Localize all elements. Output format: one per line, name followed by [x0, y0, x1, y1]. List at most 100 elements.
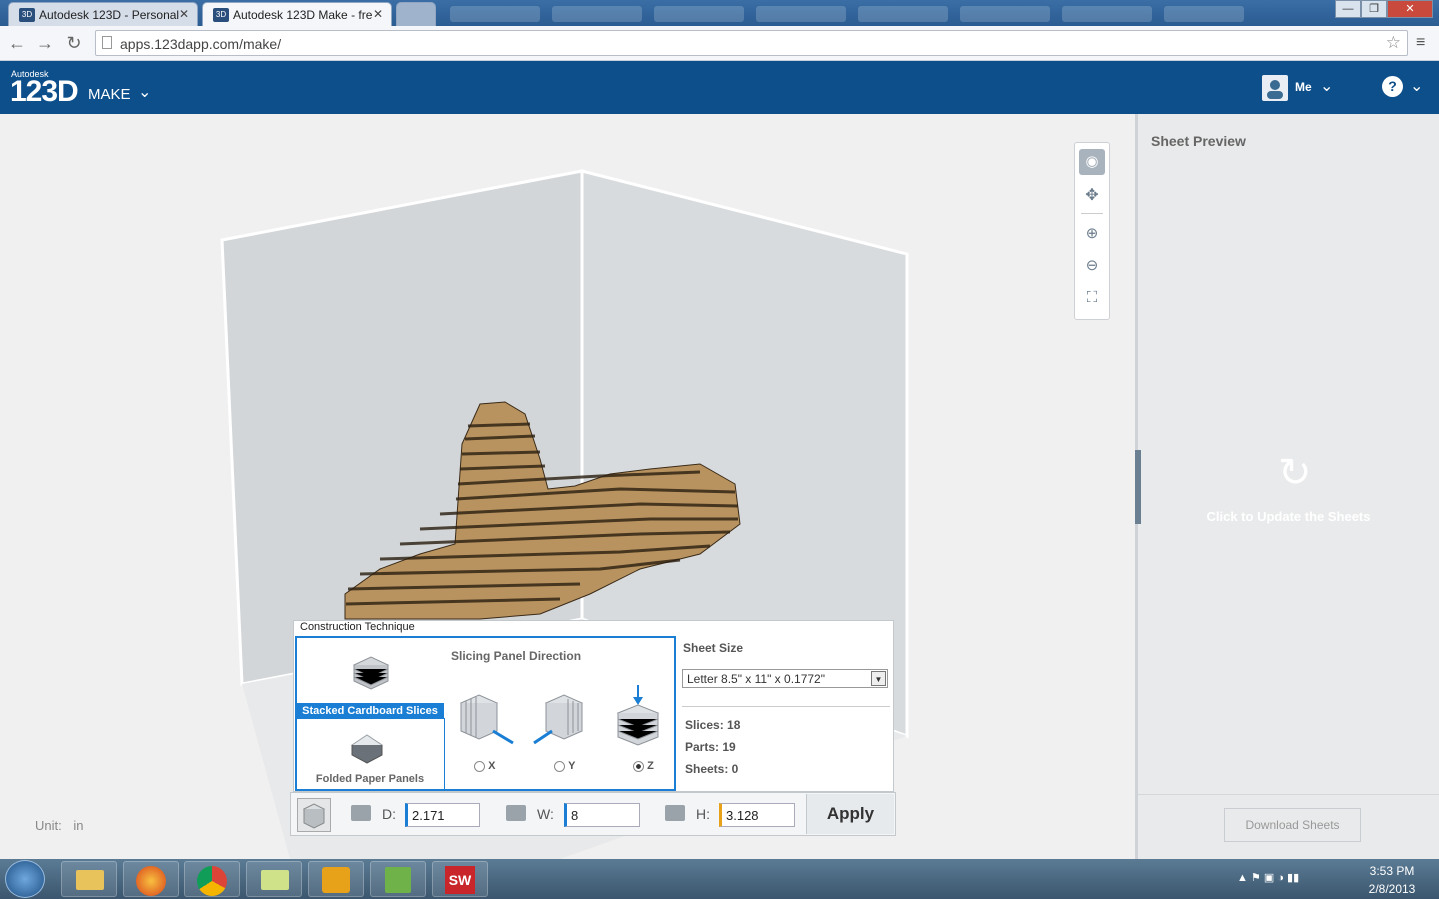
- bookmark-star-icon[interactable]: ☆: [1386, 33, 1401, 53]
- explorer-taskbar-icon[interactable]: [61, 861, 117, 897]
- radio-y[interactable]: Y: [554, 760, 575, 772]
- background-window-tab: [450, 6, 540, 22]
- radio-z[interactable]: Z: [633, 760, 654, 772]
- minimize-window-icon[interactable]: —: [1335, 0, 1361, 18]
- radio-z-label: Z: [647, 760, 654, 772]
- user-menu-chevron-down-icon[interactable]: ⌄: [1320, 76, 1333, 96]
- slice-x-icon[interactable]: [457, 691, 517, 749]
- width-label: W:: [537, 806, 554, 822]
- zoom-in-icon[interactable]: ⊕: [1079, 221, 1105, 247]
- fit-view-icon[interactable]: ⛶: [1079, 285, 1105, 311]
- windows-taskbar: SW ▲ ⚑ ▣ ◑ ▮▮ 3:53 PM 2/8/2013: [0, 859, 1439, 899]
- tab-title: Autodesk 123D - Personal: [39, 8, 180, 22]
- background-window-tab: [960, 6, 1050, 22]
- radio-y-label: Y: [568, 760, 576, 772]
- download-sheets-button[interactable]: Download Sheets: [1224, 808, 1361, 842]
- construction-toggle-button[interactable]: [297, 798, 331, 832]
- clock-date[interactable]: 2/8/2013: [1362, 882, 1422, 896]
- cube-icon: [302, 803, 326, 829]
- menu-icon[interactable]: ≡: [1416, 34, 1425, 52]
- url-text: apps.123dapp.com/make/: [120, 36, 282, 52]
- toolbar-divider: [1081, 213, 1103, 214]
- height-input[interactable]: 3.128: [719, 803, 795, 827]
- forward-arrow-icon[interactable]: →: [34, 33, 56, 54]
- firefox-taskbar-icon[interactable]: [123, 861, 179, 897]
- help-menu-chevron-down-icon[interactable]: ⌄: [1410, 76, 1423, 96]
- url-bar[interactable]: apps.123dapp.com/make/ ☆: [95, 30, 1408, 56]
- browser-tab-make[interactable]: 3D Autodesk 123D Make - fre ✕: [202, 2, 392, 26]
- radio-x-label: X: [488, 760, 496, 772]
- maximize-window-icon[interactable]: ❐: [1361, 0, 1387, 18]
- pan-icon[interactable]: ✥: [1079, 183, 1105, 209]
- dropdown-arrow-icon[interactable]: ▼: [871, 671, 886, 686]
- technique-divider: [444, 718, 445, 791]
- orbit-icon[interactable]: ◉: [1079, 149, 1105, 175]
- chrome-taskbar-icon[interactable]: [184, 861, 240, 897]
- slice-y-icon[interactable]: [532, 691, 592, 749]
- construction-technique-panel: Construction Technique Stacked Cardboard…: [293, 620, 894, 792]
- technique-stacked-cardboard[interactable]: Stacked Cardboard Slices: [296, 703, 444, 719]
- reload-icon[interactable]: ↻: [63, 33, 85, 54]
- slices-count: Slices: 18: [685, 718, 741, 732]
- autodesk-favicon-icon: 3D: [19, 8, 35, 22]
- page-icon: [102, 36, 112, 49]
- back-arrow-icon[interactable]: ←: [6, 33, 28, 54]
- new-tab-button[interactable]: [396, 2, 436, 26]
- brand-logo: 123D: [10, 75, 79, 108]
- radio-y-circle[interactable]: [554, 760, 565, 772]
- close-tab-icon[interactable]: ✕: [373, 7, 383, 21]
- background-window-tab: [552, 6, 642, 22]
- app-header: Autodesk 123D MAKE ⌄ Me ⌄ ? ⌄: [0, 61, 1439, 114]
- parts-count: Parts: 19: [685, 740, 736, 754]
- outlook-taskbar-icon[interactable]: [308, 861, 364, 897]
- close-window-icon[interactable]: ✕: [1387, 0, 1433, 18]
- height-label: H:: [696, 806, 710, 822]
- update-sheets-link[interactable]: Click to Update the Sheets: [1138, 509, 1439, 524]
- avatar[interactable]: [1262, 75, 1288, 101]
- sheet-divider: [682, 706, 890, 707]
- sheet-size-title: Sheet Size: [683, 641, 744, 655]
- folded-panels-icon[interactable]: [348, 727, 386, 765]
- radio-z-circle[interactable]: [633, 760, 644, 772]
- background-window-tab: [858, 6, 948, 22]
- sheet-size-select[interactable]: Letter 8.5" x 11" x 0.1772" ▼: [682, 669, 888, 688]
- background-window-tab: [654, 6, 744, 22]
- dimensions-bar: D: 2.171 W: 8 H: 3.128 Apply: [290, 792, 896, 836]
- slice-z-icon[interactable]: [614, 683, 664, 749]
- product-menu-chevron-down-icon[interactable]: ⌄: [138, 82, 151, 102]
- tray-icons[interactable]: ▲ ⚑ ▣ ◑ ▮▮: [1237, 871, 1299, 884]
- background-window-tab: [1164, 6, 1244, 22]
- zoom-out-icon[interactable]: ⊖: [1079, 253, 1105, 279]
- depth-icon: [351, 805, 371, 821]
- apply-button[interactable]: Apply: [806, 794, 894, 834]
- product-name: MAKE: [88, 86, 131, 103]
- technique-folded-paper[interactable]: Folded Paper Panels: [296, 773, 444, 785]
- help-icon[interactable]: ?: [1382, 76, 1403, 97]
- browser-toolbar: ← → ↻ apps.123dapp.com/make/ ☆ ≡: [0, 26, 1439, 61]
- start-button-icon[interactable]: [5, 860, 45, 898]
- unit-label: Unit: in: [35, 818, 83, 833]
- depth-input[interactable]: 2.171: [405, 803, 480, 827]
- width-icon: [506, 805, 526, 821]
- clock-time[interactable]: 3:53 PM: [1362, 864, 1422, 878]
- stacked-slices-icon[interactable]: [350, 651, 392, 693]
- radio-x-circle[interactable]: [474, 760, 485, 772]
- background-window-tab: [1062, 6, 1152, 22]
- background-window-tab: [756, 6, 846, 22]
- user-avatar-icon: [1267, 80, 1283, 99]
- solidworks-taskbar-icon[interactable]: SW: [432, 861, 488, 897]
- width-input[interactable]: 8: [564, 803, 640, 827]
- radio-x[interactable]: X: [474, 760, 495, 772]
- sheet-preview-panel: Sheet Preview ↻ Click to Update the Shee…: [1135, 114, 1439, 859]
- folder-taskbar-icon[interactable]: [246, 861, 302, 897]
- sheets-count: Sheets: 0: [685, 762, 739, 776]
- refresh-icon[interactable]: ↻: [1278, 450, 1312, 496]
- panel-divider: [1138, 794, 1439, 795]
- browser-tab-personal[interactable]: 3D Autodesk 123D - Personal ✕: [8, 2, 198, 26]
- unit-value[interactable]: in: [73, 818, 83, 833]
- chart-app-taskbar-icon[interactable]: [370, 861, 426, 897]
- user-menu-label[interactable]: Me: [1295, 80, 1312, 94]
- view-toolbar: ◉ ✥ ⊕ ⊖ ⛶: [1074, 142, 1110, 320]
- close-tab-icon[interactable]: ✕: [179, 7, 189, 21]
- browser-tab-strip: 3D Autodesk 123D - Personal ✕ 3D Autodes…: [0, 0, 1439, 26]
